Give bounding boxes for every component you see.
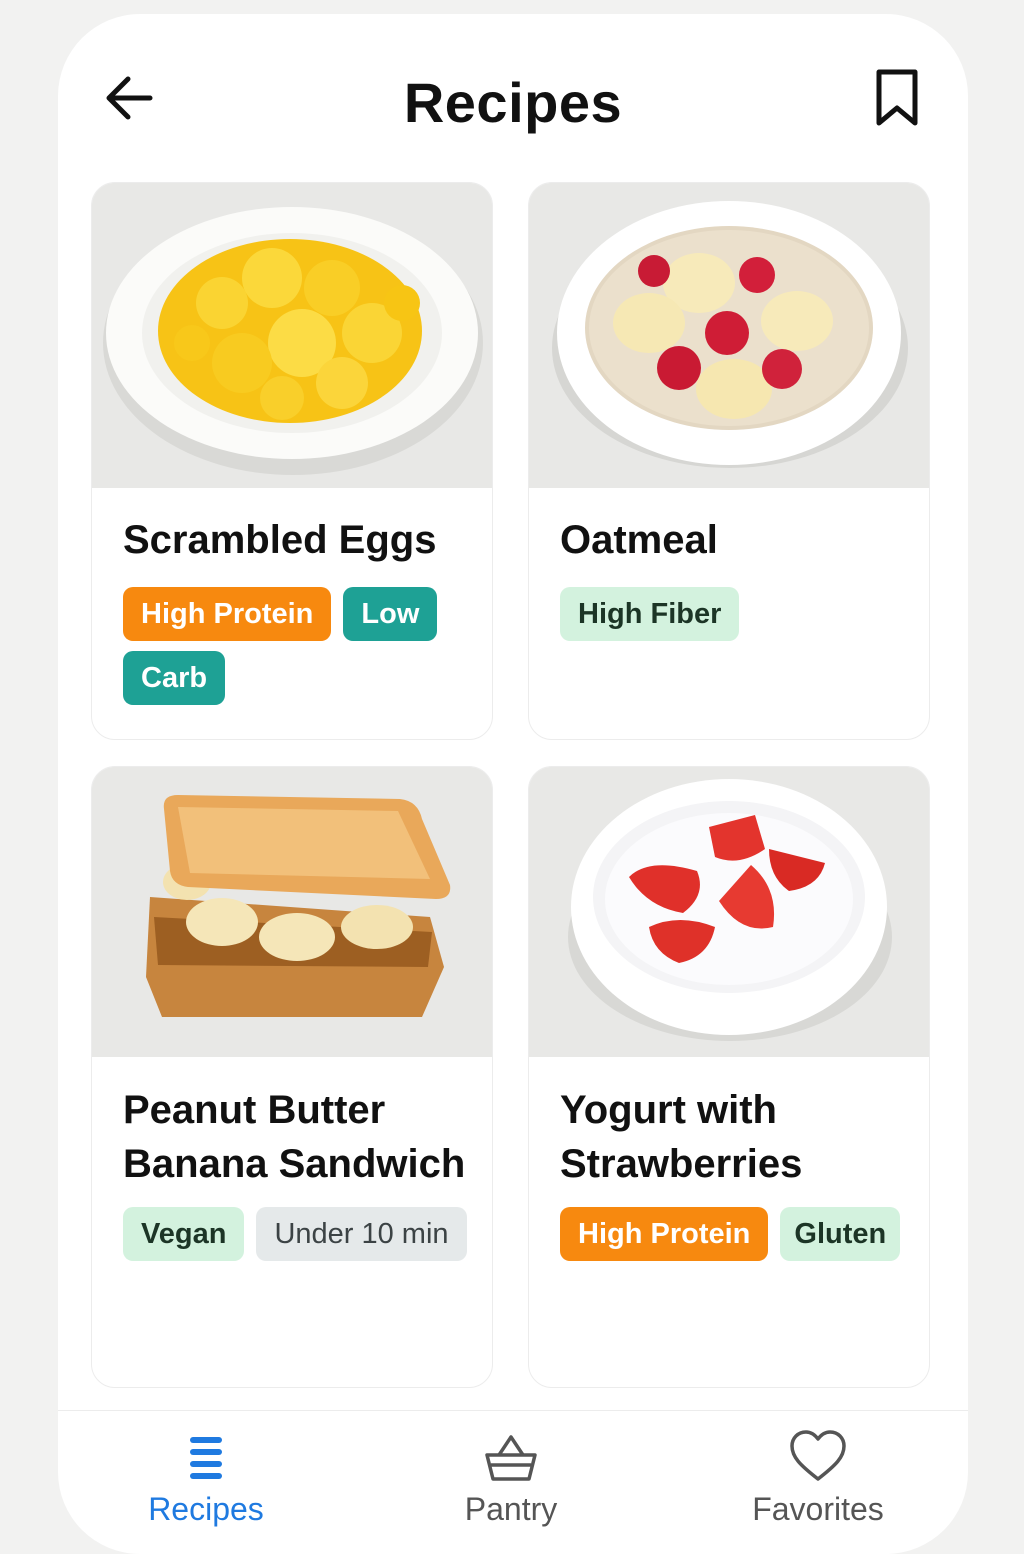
recipe-image-scrambled-eggs [92, 183, 492, 488]
recipe-title: Scrambled Eggs [123, 518, 437, 562]
tag-high-protein: High Protein [123, 587, 332, 641]
tag-list: High Protein Low Carb [123, 587, 492, 705]
tag-gluten: Gluten [780, 1207, 901, 1261]
tab-pantry[interactable]: Pantry [391, 1411, 631, 1541]
recipe-title: Peanut Butter Banana Sandwich [123, 1088, 466, 1186]
recipe-card-oatmeal[interactable]: Oatmeal High Fiber [528, 182, 930, 740]
recipe-image-peanut-butter-banana-sandwich [92, 767, 492, 1057]
heart-icon [790, 1430, 846, 1481]
bookmark-icon [876, 69, 918, 126]
recipe-title: Yogurt with Strawberries [560, 1088, 803, 1186]
recipe-image-oatmeal [529, 183, 929, 488]
recipe-card-yogurt-with-strawberries[interactable]: Yogurt with Strawberries High Protein Gl… [528, 766, 930, 1388]
tab-favorites[interactable]: Favorites [698, 1411, 938, 1541]
tag-low: Low [343, 587, 438, 641]
app-screen: Recipes Scrambled Eggs High Protein Low … [58, 14, 968, 1554]
tab-recipes[interactable]: Recipes [86, 1411, 326, 1541]
list-icon [190, 1437, 222, 1479]
tab-label: Recipes [148, 1491, 264, 1527]
basket-icon [485, 1435, 537, 1481]
bottom-tab-bar: Recipes Pantry Favorites [58, 1410, 968, 1541]
tag-list: High Protein Gluten [560, 1207, 929, 1261]
tag-high-protein: High Protein [560, 1207, 769, 1261]
tag-vegan: Vegan [123, 1207, 245, 1261]
tag-high-fiber: High Fiber [560, 587, 740, 641]
tab-label: Pantry [464, 1491, 558, 1527]
tag-under-10-min: Under 10 min [256, 1207, 467, 1261]
tag-carb: Carb [123, 651, 226, 705]
header: Recipes [58, 14, 968, 184]
tag-list: Vegan Under 10 min [123, 1207, 492, 1261]
recipe-card-scrambled-eggs[interactable]: Scrambled Eggs High Protein Low Carb [91, 182, 493, 740]
recipe-image-yogurt-with-strawberries [529, 767, 929, 1057]
tab-label: Favorites [752, 1491, 884, 1527]
recipe-title: Oatmeal [560, 518, 718, 562]
bookmark-button[interactable] [872, 68, 922, 128]
page-title: Recipes [403, 71, 623, 134]
tag-list: High Fiber [560, 587, 929, 641]
recipe-card-peanut-butter-banana-sandwich[interactable]: Peanut Butter Banana Sandwich Vegan Unde… [91, 766, 493, 1388]
